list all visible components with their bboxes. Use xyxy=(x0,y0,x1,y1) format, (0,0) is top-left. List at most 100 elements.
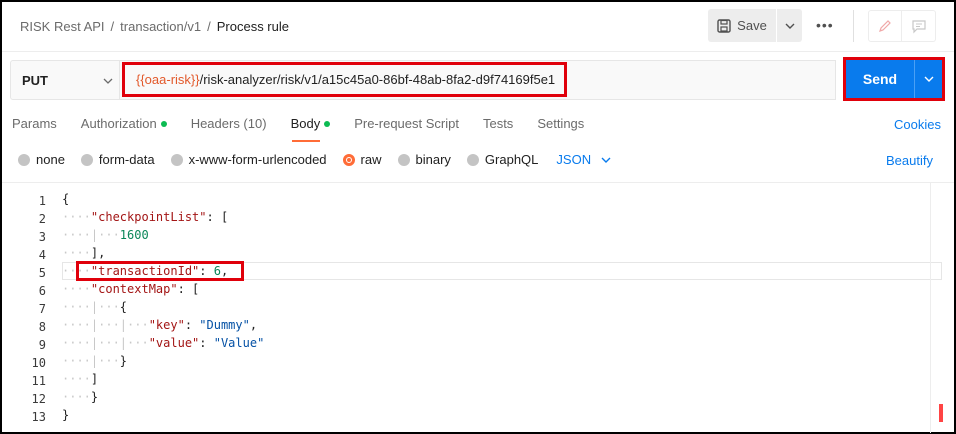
body-format-value: JSON xyxy=(556,152,592,167)
line-number: 10 xyxy=(31,356,46,370)
save-label: Save xyxy=(737,18,767,33)
tab-authorization[interactable]: Authorization xyxy=(81,116,167,131)
code-line: } xyxy=(62,408,70,422)
active-tab-indicator xyxy=(292,140,320,142)
chevron-down-icon xyxy=(601,157,611,163)
cookies-link[interactable]: Cookies xyxy=(894,117,941,132)
save-button[interactable]: Save xyxy=(708,9,776,42)
radio-icon xyxy=(466,153,479,166)
comments-button[interactable] xyxy=(902,10,936,42)
radio-label: binary xyxy=(415,152,451,167)
status-dot xyxy=(160,120,167,127)
status-dot xyxy=(324,120,331,127)
line-number: 13 xyxy=(31,410,46,424)
code-line: ····] xyxy=(62,372,99,386)
body-type-options: none form-data x-www-form-urlencoded raw… xyxy=(18,152,611,167)
line-number: 12 xyxy=(31,392,46,406)
radio-icon xyxy=(397,153,410,166)
breadcrumb: RISK Rest API / transaction/v1 / Process rul… xyxy=(20,19,289,34)
url-path: /risk-analyzer/risk/v1/a15c45a0-86bf-48a… xyxy=(199,72,556,87)
tab-tests[interactable]: Tests xyxy=(483,116,513,131)
body-format-select[interactable]: JSON xyxy=(556,152,611,167)
radio-label: form-data xyxy=(98,152,155,167)
edit-button[interactable] xyxy=(868,10,902,42)
code-line: { xyxy=(62,192,70,206)
send-button[interactable]: Send xyxy=(846,60,914,98)
tab-label: Params xyxy=(12,116,57,131)
breadcrumb-separator: / xyxy=(110,19,115,34)
code-line: ····|···|···"value": "Value" xyxy=(62,336,265,350)
radio-graphql[interactable]: GraphQL xyxy=(466,152,539,167)
save-group: Save xyxy=(708,9,802,42)
radio-label: none xyxy=(36,152,65,167)
breadcrumb-separator: / xyxy=(207,19,211,34)
send-options-button[interactable] xyxy=(914,60,942,98)
radio-label: x-www-form-urlencoded xyxy=(188,152,327,167)
code-line: ····} xyxy=(62,390,99,404)
line-gutter: 1 2 3 4 5 6 7 8 9 10 11 12 13 xyxy=(14,192,46,426)
tab-params[interactable]: Params xyxy=(12,116,57,131)
radio-none[interactable]: none xyxy=(18,152,65,167)
code-line: ····], xyxy=(62,246,106,260)
save-icon xyxy=(717,18,731,33)
chevron-down-icon xyxy=(785,23,794,29)
radio-icon xyxy=(80,153,93,166)
breadcrumb-request[interactable]: Process rule xyxy=(217,19,289,34)
line-number: 4 xyxy=(38,248,46,262)
code-line: ····|···{ xyxy=(62,300,128,314)
url-text[interactable]: {{oaa-risk}}/risk-analyzer/risk/v1/a15c4… xyxy=(136,72,555,87)
tab-label: Tests xyxy=(482,116,514,131)
line-number: 7 xyxy=(38,302,46,316)
code-lines[interactable]: { ····"checkpointList": [ ····|···1600 ·… xyxy=(62,190,264,424)
tab-label: Authorization xyxy=(80,116,157,131)
pencil-icon xyxy=(879,20,891,32)
tab-label: Settings xyxy=(537,116,585,131)
radio-urlencoded[interactable]: x-www-form-urlencoded xyxy=(170,152,327,167)
line-number: 6 xyxy=(38,284,46,298)
chevron-down-icon xyxy=(103,71,113,94)
beautify-link[interactable]: Beautify xyxy=(886,153,933,168)
method-select[interactable]: PUT xyxy=(10,60,120,100)
editor-scrollbar[interactable] xyxy=(930,183,944,433)
save-options-button[interactable] xyxy=(776,9,802,42)
tab-headers[interactable]: Headers (10) xyxy=(191,116,267,131)
header-divider xyxy=(853,10,854,42)
radio-label: raw xyxy=(360,152,382,167)
radio-form-data[interactable]: form-data xyxy=(80,152,155,167)
line-number: 8 xyxy=(38,320,46,334)
comment-icon xyxy=(911,20,926,34)
chevron-down-icon xyxy=(924,76,933,82)
line-number: 11 xyxy=(31,374,46,388)
line-number: 1 xyxy=(38,194,46,208)
tab-label: Body xyxy=(290,116,321,131)
code-line: ····"contextMap": [ xyxy=(62,282,200,296)
tab-label: Headers (10) xyxy=(190,116,267,131)
line-number: 5 xyxy=(38,266,46,280)
breadcrumb-folder[interactable]: transaction/v1 xyxy=(120,19,201,34)
code-line: ····|···} xyxy=(62,354,128,368)
tab-pre-request-script[interactable]: Pre-request Script xyxy=(354,116,459,131)
line-number: 3 xyxy=(38,230,46,244)
line-number: 2 xyxy=(38,212,46,226)
breadcrumb-collection[interactable]: RISK Rest API xyxy=(20,19,105,34)
code-line: ····|···|···"key": "Dummy", xyxy=(62,318,258,332)
line-number: 9 xyxy=(38,338,46,352)
radio-binary[interactable]: binary xyxy=(397,152,451,167)
more-options-button[interactable]: ••• xyxy=(816,17,834,33)
radio-raw[interactable]: raw xyxy=(342,152,382,167)
tab-body[interactable]: Body xyxy=(291,116,331,131)
url-variable: {{oaa-risk}} xyxy=(136,72,200,87)
radio-selected-icon xyxy=(342,153,355,166)
radio-icon xyxy=(170,153,183,166)
tab-settings[interactable]: Settings xyxy=(537,116,584,131)
code-line: ····|···1600 xyxy=(62,228,149,242)
method-value: PUT xyxy=(22,73,48,88)
radio-label: GraphQL xyxy=(484,152,539,167)
scrollbar-marker xyxy=(939,404,943,422)
code-line: ····"checkpointList": [ xyxy=(62,210,229,224)
request-tabs: Params Authorization Headers (10) Body P… xyxy=(12,116,608,131)
code-line: ····"transactionId": 6, xyxy=(62,264,229,278)
radio-icon xyxy=(18,153,30,166)
tab-label: Pre-request Script xyxy=(354,116,459,131)
request-header: RISK Rest API / transaction/v1 / Process rul… xyxy=(2,2,954,52)
